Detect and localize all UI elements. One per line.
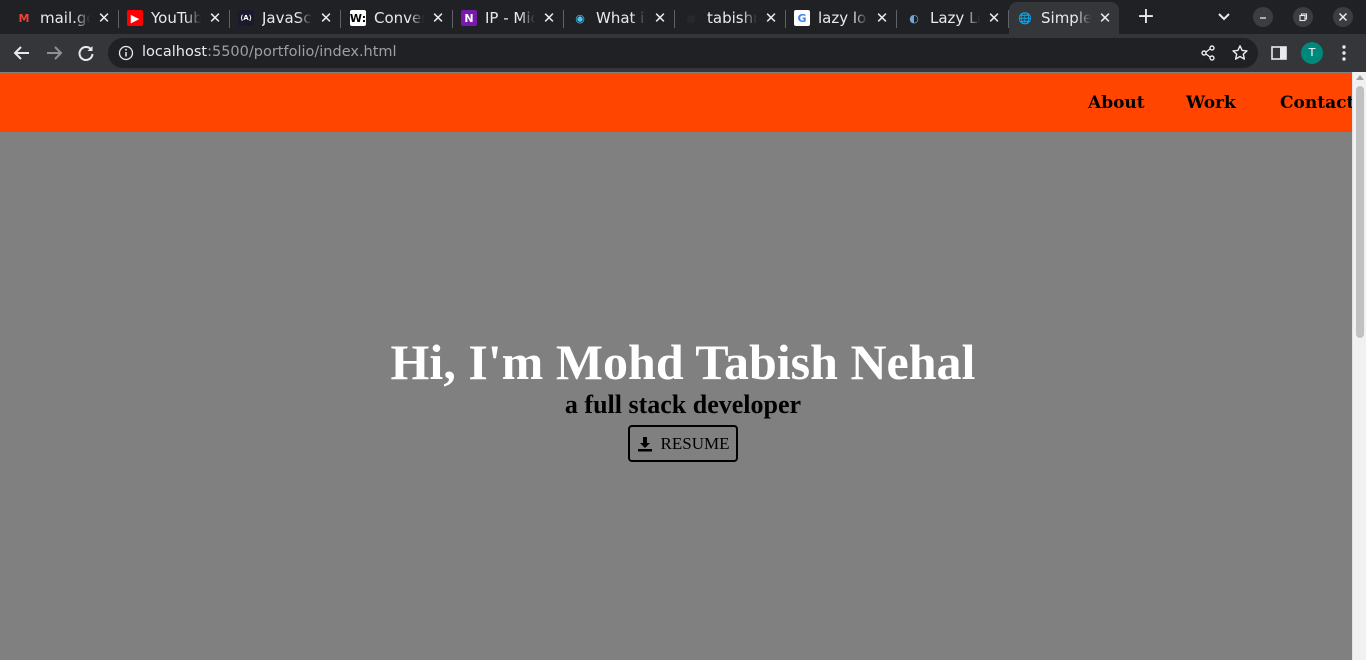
close-icon (1338, 12, 1348, 22)
hero-subtitle: a full stack developer (564, 390, 802, 419)
browser-tab[interactable]: Glazy loading ✕ (786, 2, 897, 34)
tab-title: Simple (1041, 9, 1091, 27)
close-tab-icon[interactable]: ✕ (763, 10, 779, 26)
browser-toolbar: localhost:5500/portfolio/index.html T (0, 34, 1366, 72)
restore-icon (1299, 13, 1308, 22)
close-tab-icon[interactable]: ✕ (207, 10, 223, 26)
url-text[interactable]: localhost:5500/portfolio/index.html (142, 44, 397, 60)
page-viewport: About Work Contact Hi, I'm Mohd Tabish N… (0, 72, 1366, 660)
tab-title: JavaScript (262, 9, 312, 27)
tab-title: YouTube (151, 9, 201, 27)
browser-tab[interactable]: ⟨A⟩ JavaScript ✕ (230, 2, 341, 34)
close-tab-icon[interactable]: ✕ (986, 10, 1002, 26)
tab-title: mail.google.com (40, 9, 90, 27)
nav-link-about[interactable]: About (1088, 93, 1145, 113)
youtube-icon: ▶ (127, 10, 143, 26)
minimize-icon (1260, 17, 1266, 19)
new-tab-button[interactable]: + (1134, 5, 1158, 29)
nav-link-work[interactable]: Work (1186, 93, 1236, 113)
browser-tab[interactable]: 🌐 Simple ✕ (1009, 2, 1119, 34)
nav-link-contact[interactable]: Contact (1280, 93, 1354, 113)
close-tab-icon[interactable]: ✕ (1097, 10, 1113, 26)
hero-title: Hi, I'm Mohd Tabish Nehal (390, 334, 976, 390)
hero-section: Hi, I'm Mohd Tabish Nehal a full stack d… (0, 334, 1366, 462)
browser-tab[interactable]: ● tabishnehal ✕ (675, 2, 786, 34)
reload-icon (78, 46, 94, 61)
more-menu-icon[interactable] (1336, 43, 1352, 63)
tab-strip: Mmail.google.com ✕ ▶ YouTube ✕ ⟨A⟩ JavaScript ✕… (0, 0, 1366, 34)
gmail-icon: M (18, 11, 30, 25)
share-icon[interactable] (1199, 44, 1217, 62)
back-button[interactable] (9, 40, 35, 66)
tab-title: IP - Microsoft OneNote (485, 9, 535, 27)
javascript-site-icon: ⟨A⟩ (238, 10, 254, 26)
google-icon: G (794, 10, 810, 26)
onenote-icon: N (461, 10, 477, 26)
close-tab-icon[interactable]: ✕ (874, 10, 890, 26)
tab-title: What is (596, 9, 646, 27)
browser-tab[interactable]: N IP - Microsoft OneNote ✕ (453, 2, 564, 34)
tab-title: tabishnehal (707, 9, 757, 27)
globe-image-icon: ◐ (909, 11, 919, 25)
arrow-right-icon (47, 46, 63, 60)
scrollbar-thumb[interactable] (1356, 86, 1364, 338)
browser-tab[interactable]: W: Convert ✕ (342, 2, 453, 34)
edge-icon: ◉ (575, 11, 585, 25)
address-bar[interactable]: localhost:5500/portfolio/index.html (108, 38, 1258, 68)
restore-button[interactable] (1293, 7, 1313, 27)
close-window-button[interactable] (1333, 7, 1353, 27)
site-header: About Work Contact (0, 73, 1354, 132)
globe-icon: 🌐 (1018, 11, 1032, 25)
scroll-up-arrow[interactable] (1356, 75, 1364, 80)
close-tab-icon[interactable]: ✕ (430, 10, 446, 26)
side-panel-icon[interactable] (1270, 44, 1288, 62)
minimize-button[interactable] (1253, 7, 1273, 27)
reload-button[interactable] (73, 40, 99, 66)
close-tab-icon[interactable]: ✕ (541, 10, 557, 26)
close-tab-icon[interactable]: ✕ (318, 10, 334, 26)
tab-search-button[interactable] (1212, 6, 1236, 28)
tab-title: Lazy Loading (930, 9, 980, 27)
download-icon (637, 436, 652, 451)
url-path: :5500/portfolio/index.html (207, 44, 397, 60)
url-host: localhost (142, 44, 208, 60)
browser-tab[interactable]: Mmail.google.com ✕ (8, 2, 119, 34)
browser-tab[interactable]: ◉ What is ✕ (564, 2, 675, 34)
tab-title: lazy loading (818, 9, 868, 27)
browser-tab[interactable]: ◐ Lazy Loading ✕ (898, 2, 1009, 34)
tab-title: Convert (374, 9, 424, 27)
close-tab-icon[interactable]: ✕ (652, 10, 668, 26)
forward-button[interactable] (41, 40, 67, 66)
star-icon[interactable] (1231, 44, 1249, 62)
resume-download-button[interactable]: RESUME (627, 425, 739, 462)
browser-tab[interactable]: ▶ YouTube ✕ (119, 2, 230, 34)
tab-separator (896, 10, 897, 28)
tab-separator (340, 10, 341, 28)
w3-icon: W: (349, 10, 367, 26)
info-icon[interactable] (118, 45, 134, 61)
chevron-down-icon (1218, 13, 1230, 21)
profile-avatar[interactable]: T (1301, 42, 1323, 64)
resume-label: RESUME (660, 433, 730, 453)
page-scrollbar[interactable] (1352, 72, 1366, 660)
close-tab-icon[interactable]: ✕ (96, 10, 112, 26)
arrow-left-icon (13, 46, 29, 60)
github-icon: ● (686, 11, 696, 25)
